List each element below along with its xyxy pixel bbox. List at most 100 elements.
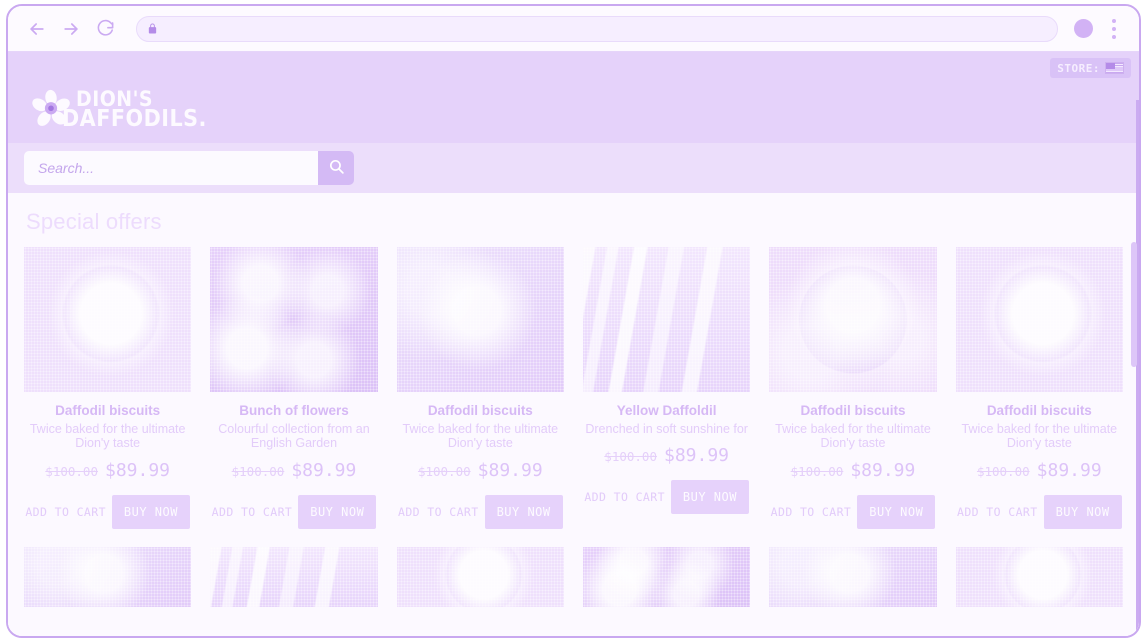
browser-toolbar — [8, 6, 1139, 52]
product-card[interactable] — [955, 546, 1123, 607]
product-price: $89.99 — [850, 459, 916, 481]
product-card[interactable] — [396, 546, 564, 607]
product-old-price: $100.00 — [231, 463, 285, 479]
product-description: Twice baked for the ultimate Dion'y tast… — [775, 421, 931, 451]
page-viewport: STORE: DION'S DAFFODILS. Search... Speci… — [8, 52, 1139, 636]
reload-icon[interactable] — [90, 14, 120, 44]
search-band — [8, 143, 1139, 193]
forward-arrow-icon[interactable] — [56, 14, 86, 44]
product-old-price: $100.00 — [976, 463, 1030, 479]
store-selector-label: STORE: — [1057, 61, 1100, 75]
product-image[interactable] — [24, 546, 192, 607]
site-logo-wordmark: Dion's Daffodils. — [62, 88, 207, 131]
product-prices: $100.00 $89.99 — [977, 460, 1102, 481]
product-image[interactable] — [396, 546, 564, 607]
browser-window: STORE: DION'S DAFFODILS. Search... Speci… — [6, 4, 1141, 638]
profile-avatar[interactable] — [1074, 19, 1093, 38]
product-card[interactable]: Yellow Daffoldil Drenched in soft sunshi… — [582, 247, 751, 529]
product-card[interactable] — [210, 546, 378, 607]
product-old-price: $100.00 — [45, 463, 98, 479]
product-actions: Add to Cart Buy Now — [769, 494, 936, 529]
product-old-price: $100.00 — [790, 463, 844, 479]
product-card[interactable] — [582, 546, 751, 607]
search-icon — [328, 158, 345, 178]
product-image[interactable] — [24, 247, 192, 392]
site-logo[interactable]: Dion's Daffodils. — [30, 88, 206, 131]
page-scrollbar[interactable] — [1131, 100, 1137, 636]
product-price: $89.99 — [1036, 459, 1102, 481]
product-card[interactable]: Bunch of flowers Colourful collection fr… — [210, 247, 378, 529]
product-actions: Add to Cart Buy Now — [210, 494, 377, 529]
product-description: Twice baked for the ultimate Dion'y tast… — [961, 421, 1118, 451]
product-image[interactable] — [769, 247, 937, 392]
product-image[interactable] — [210, 247, 378, 392]
back-arrow-icon[interactable] — [22, 14, 52, 44]
product-title: Daffodil biscuits — [986, 403, 1092, 418]
product-image[interactable] — [582, 546, 751, 607]
product-price: $89.99 — [663, 445, 730, 467]
product-image[interactable] — [769, 546, 937, 607]
product-image[interactable] — [955, 247, 1123, 392]
buy-now-button[interactable]: Buy Now — [298, 494, 377, 529]
product-actions: Add to Cart Buy Now — [24, 494, 191, 529]
product-title: Daffodil biscuits — [55, 403, 161, 418]
scrollbar-thumb[interactable] — [1131, 242, 1137, 367]
search-bar — [24, 151, 354, 185]
product-old-price: $100.00 — [604, 449, 657, 465]
buy-now-button[interactable]: Buy Now — [670, 480, 749, 515]
product-description: Colourful collection from an English Gar… — [218, 421, 370, 451]
buy-now-button[interactable]: Buy Now — [857, 494, 936, 529]
store-selector[interactable]: STORE: — [1050, 58, 1131, 78]
add-to-cart-button[interactable]: Add to Cart — [584, 490, 665, 504]
product-price: $89.99 — [477, 459, 543, 481]
us-flag-icon — [1105, 62, 1124, 74]
product-grid: Daffodil biscuits Twice baked for the ul… — [24, 247, 1123, 529]
product-title: Bunch of flowers — [239, 403, 349, 418]
product-card[interactable]: Daffodil biscuits Twice baked for the ul… — [24, 247, 192, 529]
add-to-cart-button[interactable]: Add to Cart — [398, 505, 479, 519]
product-prices: $100.00 $89.99 — [232, 460, 357, 481]
product-prices: $100.00 $89.99 — [418, 460, 543, 481]
product-price: $89.99 — [291, 459, 357, 481]
search-input[interactable] — [24, 151, 318, 185]
kebab-menu-icon[interactable] — [1103, 16, 1125, 42]
buy-now-button[interactable]: Buy Now — [1043, 494, 1122, 529]
product-title: Yellow Daffoldil — [616, 403, 717, 418]
add-to-cart-button[interactable]: Add to Cart — [957, 505, 1038, 519]
product-actions: Add to Cart Buy Now — [397, 494, 564, 529]
product-title: Daffodil biscuits — [800, 403, 906, 418]
product-actions: Add to Cart Buy Now — [583, 480, 750, 515]
address-bar[interactable] — [136, 15, 1058, 42]
buy-now-button[interactable]: Buy Now — [111, 494, 190, 529]
product-prices: $100.00 $89.99 — [791, 460, 916, 481]
product-title: Daffodil biscuits — [427, 403, 533, 418]
add-to-cart-button[interactable]: Add to Cart — [212, 505, 293, 519]
product-card[interactable]: Daffodil biscuits Twice baked for the ul… — [396, 247, 564, 529]
product-image[interactable] — [582, 247, 751, 392]
add-to-cart-button[interactable]: Add to Cart — [25, 505, 106, 519]
buy-now-button[interactable]: Buy Now — [484, 494, 563, 529]
page-title: Special offers — [26, 209, 162, 234]
logo-line-2: Daffodils. — [62, 106, 207, 133]
product-description: Twice baked for the ultimate Dion'y tast… — [402, 421, 559, 451]
product-price: $89.99 — [104, 459, 171, 481]
product-prices: $100.00 $89.99 — [45, 460, 170, 481]
product-card[interactable] — [769, 546, 937, 607]
product-grid-row-2 — [24, 546, 1123, 607]
search-button[interactable] — [318, 151, 354, 185]
add-to-cart-button[interactable]: Add to Cart — [771, 505, 852, 519]
product-prices: $100.00 $89.99 — [604, 445, 729, 466]
product-old-price: $100.00 — [417, 463, 471, 479]
product-description: Twice baked for the ultimate Dion'y tast… — [29, 421, 186, 451]
product-card[interactable]: Daffodil biscuits Twice baked for the ul… — [769, 247, 937, 529]
product-actions: Add to Cart Buy Now — [956, 494, 1123, 529]
lock-icon — [147, 23, 158, 34]
main-content: Special offers Daffodil biscuits Twice b… — [8, 193, 1139, 636]
product-description: Drenched in soft sunshine for — [585, 421, 748, 436]
product-card[interactable]: Daffodil biscuits Twice baked for the ul… — [955, 247, 1123, 529]
product-image[interactable] — [210, 546, 378, 607]
product-image[interactable] — [955, 546, 1123, 607]
product-image[interactable] — [396, 247, 564, 392]
site-header: STORE: DION'S DAFFODILS. — [8, 52, 1139, 185]
product-card[interactable] — [24, 546, 192, 607]
